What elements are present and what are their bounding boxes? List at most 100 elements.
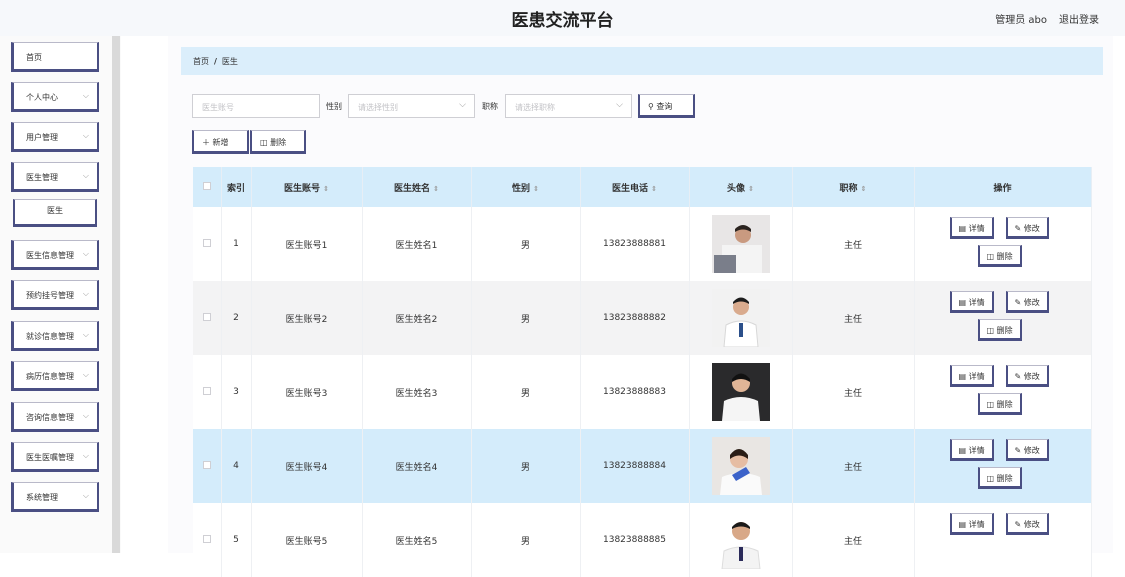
row-select-cell	[193, 429, 222, 503]
row-checkbox[interactable]	[202, 460, 211, 469]
pencil-icon: ✎	[1014, 446, 1022, 455]
sidebar-item-users[interactable]: 用户管理 ⌵	[11, 122, 99, 152]
row-avatar-cell	[689, 503, 793, 577]
sidebar-item-label: 个人中心	[26, 93, 58, 102]
column-header-name[interactable]: 医生姓名 ⇕	[362, 167, 472, 207]
detail-button[interactable]: ▤ 详情	[949, 439, 994, 461]
edit-button[interactable]: ✎ 修改	[1005, 365, 1049, 387]
sort-icon: ⇕	[323, 184, 329, 193]
edit-button[interactable]: ✎ 修改	[1005, 217, 1049, 239]
sidebar: 首页 个人中心 ⌵ 用户管理 ⌵ 医生管理 ⌵ 医生 医生信息管理 ⌵ 预约挂号管理 ⌵ …	[0, 36, 121, 553]
add-button[interactable]: ＋ 新增	[192, 130, 249, 154]
sidebar-item-records[interactable]: 病历信息管理 ⌵	[11, 361, 99, 391]
logout-link[interactable]: 退出登录	[1059, 11, 1099, 26]
sidebar-item-system[interactable]: 系统管理 ⌵	[11, 482, 99, 512]
gender-select[interactable]: 请选择性别 ⌵	[348, 94, 475, 118]
sidebar-item-home[interactable]: 首页	[11, 42, 99, 72]
column-header-label: 职称	[839, 183, 858, 194]
column-header-label: 医生姓名	[394, 183, 431, 194]
detail-button[interactable]: ▤ 详情	[949, 291, 994, 313]
row-title: 主任	[792, 281, 915, 355]
chevron-down-icon: ⌵	[616, 100, 623, 110]
column-header-actions: 操作	[914, 167, 1092, 207]
sidebar-subitem-doctor[interactable]: 医生	[13, 199, 97, 227]
row-name: 医生姓名5	[362, 503, 472, 577]
row-actions-cell: ▤ 详情 ✎ 修改	[914, 503, 1092, 577]
sidebar-item-visit[interactable]: 就诊信息管理 ⌵	[11, 321, 99, 351]
chevron-down-icon: ⌵	[459, 100, 466, 110]
row-actions-cell: ▤ 详情 ✎ 修改 ◫ 删除	[914, 281, 1092, 355]
row-title: 主任	[792, 355, 915, 429]
search-button[interactable]: ⚲ 查询	[638, 94, 695, 118]
row-select-cell	[193, 207, 222, 281]
row-delete-button[interactable]: ◫ 删除	[977, 245, 1022, 267]
doctor-avatar	[711, 363, 770, 421]
detail-button[interactable]: ▤ 详情	[949, 365, 994, 387]
sidebar-item-doctor-info[interactable]: 医生信息管理 ⌵	[11, 240, 99, 270]
column-header-gender[interactable]: 性别 ⇕	[471, 167, 581, 207]
row-name: 医生姓名2	[362, 281, 472, 355]
row-delete-label: 删除	[996, 252, 1013, 261]
edit-button[interactable]: ✎ 修改	[1005, 439, 1049, 461]
row-checkbox[interactable]	[202, 386, 211, 395]
sidebar-item-label: 首页	[26, 53, 42, 62]
sidebar-item-profile[interactable]: 个人中心 ⌵	[11, 82, 99, 112]
chevron-down-icon: ⌵	[82, 491, 89, 500]
sidebar-item-doctor-mgmt[interactable]: 医生管理 ⌵	[11, 162, 99, 192]
sidebar-item-label: 预约挂号管理	[26, 291, 74, 300]
row-actions-cell: ▤ 详情 ✎ 修改 ◫ 删除	[914, 207, 1092, 281]
doctor-avatar	[711, 437, 770, 495]
detail-button[interactable]: ▤ 详情	[949, 217, 994, 239]
table-row: 2 医生账号2 医生姓名2 男 13823888882 主任 ▤ 详情 ✎ 修改…	[193, 281, 1092, 355]
doctor-account-input[interactable]: 医生账号	[192, 94, 320, 118]
chevron-down-icon: ⌵	[82, 249, 89, 258]
row-actions: ▤ 详情 ✎ 修改 ◫ 删除	[915, 281, 1091, 355]
row-gender: 男	[471, 207, 581, 281]
chevron-down-icon: ⌵	[82, 131, 89, 140]
breadcrumb: 首页 / 医生	[181, 47, 1103, 75]
edit-button[interactable]: ✎ 修改	[1005, 513, 1049, 535]
sidebar-item-advice[interactable]: 医生医嘱管理 ⌵	[11, 442, 99, 472]
column-header-phone[interactable]: 医生电话 ⇕	[580, 167, 690, 207]
breadcrumb-home[interactable]: 首页	[193, 57, 209, 66]
detail-button-label: 详情	[968, 224, 985, 233]
edit-button-label: 修改	[1023, 372, 1040, 381]
detail-icon: ▤	[958, 372, 967, 381]
row-delete-label: 删除	[996, 474, 1013, 483]
row-actions: ▤ 详情 ✎ 修改 ◫ 删除	[915, 207, 1091, 281]
detail-icon: ▤	[958, 520, 967, 529]
row-phone: 13823888881	[580, 207, 690, 281]
sidebar-item-label: 就诊信息管理	[26, 332, 74, 341]
chevron-down-icon: ⌵	[82, 411, 89, 420]
row-avatar-cell	[689, 355, 793, 429]
breadcrumb-separator: /	[214, 57, 217, 66]
doctor-table: 索引 医生账号 ⇕ 医生姓名 ⇕ 性别 ⇕ 医生电话 ⇕ 头像 ⇕ 职称 ⇕ 操作 1 医生…	[193, 167, 1092, 577]
sidebar-item-appointment[interactable]: 预约挂号管理 ⌵	[11, 280, 99, 310]
bulk-delete-button[interactable]: ◫ 删除	[250, 130, 306, 154]
row-name: 医生姓名4	[362, 429, 472, 503]
column-header-account[interactable]: 医生账号 ⇕	[251, 167, 363, 207]
row-checkbox[interactable]	[202, 534, 211, 543]
trash-icon: ◫	[986, 400, 995, 409]
trash-icon: ◫	[260, 138, 268, 147]
row-delete-button[interactable]: ◫ 删除	[977, 467, 1022, 489]
row-actions: ▤ 详情 ✎ 修改 ◫ 删除	[915, 355, 1091, 429]
detail-button[interactable]: ▤ 详情	[949, 513, 994, 535]
row-delete-button[interactable]: ◫ 删除	[977, 319, 1022, 341]
sidebar-item-consult[interactable]: 咨询信息管理 ⌵	[11, 402, 99, 432]
row-delete-button[interactable]: ◫ 删除	[977, 393, 1022, 415]
row-phone: 13823888883	[580, 355, 690, 429]
current-user: 管理员 abo	[995, 15, 1047, 26]
column-header-avatar[interactable]: 头像 ⇕	[689, 167, 793, 207]
edit-button-label: 修改	[1023, 298, 1040, 307]
row-checkbox[interactable]	[202, 312, 211, 321]
column-header-label: 头像	[727, 183, 746, 194]
column-header-title[interactable]: 职称 ⇕	[792, 167, 915, 207]
title-select[interactable]: 请选择职称 ⌵	[505, 94, 632, 118]
row-checkbox[interactable]	[202, 238, 211, 247]
row-index: 2	[221, 281, 252, 355]
edit-button[interactable]: ✎ 修改	[1005, 291, 1049, 313]
select-all-checkbox[interactable]	[202, 181, 211, 190]
sidebar-scrollbar[interactable]	[112, 36, 120, 553]
table-row: 1 医生账号1 医生姓名1 男 13823888881 主任 ▤ 详情 ✎ 修改…	[193, 207, 1092, 281]
